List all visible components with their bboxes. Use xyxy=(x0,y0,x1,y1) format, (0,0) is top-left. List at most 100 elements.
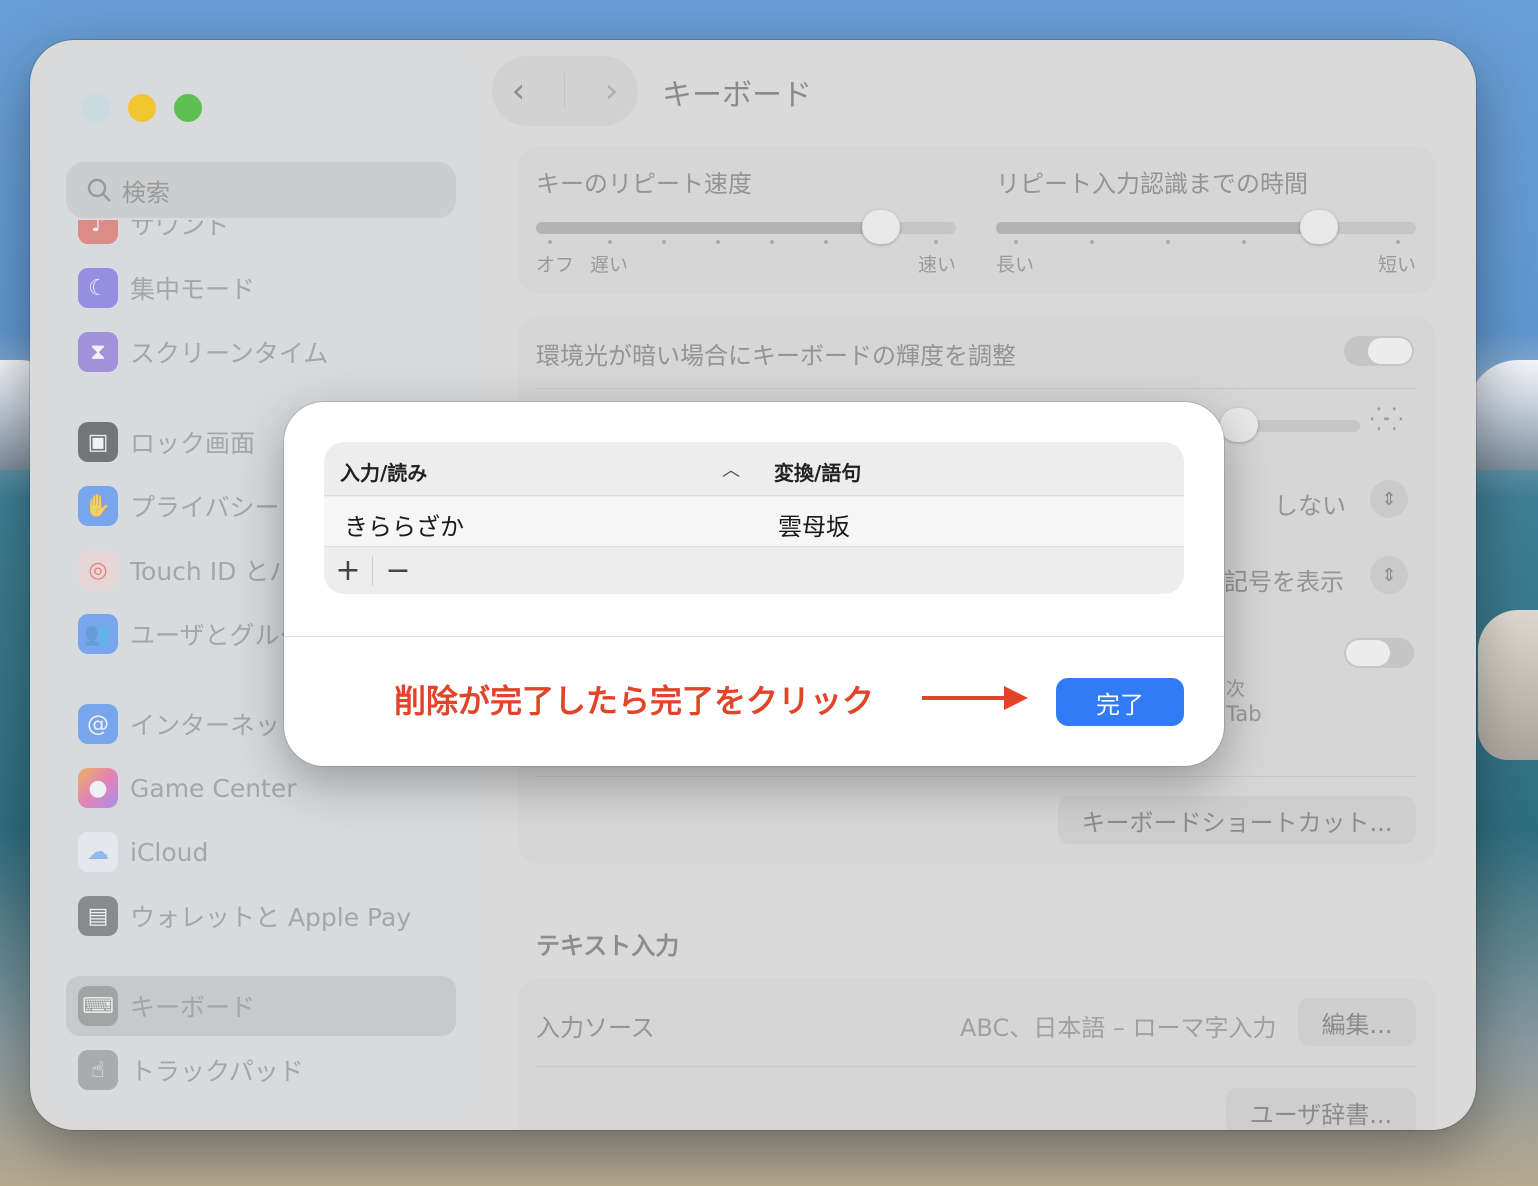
sidebar-item-label: キーボード xyxy=(130,993,256,1022)
chevron-updown-icon[interactable]: ⇕ xyxy=(1370,480,1408,518)
sidebar-item-game-center[interactable]: ● Game Center xyxy=(66,758,456,818)
row-phrase-cell[interactable]: 雲母坂 xyxy=(778,507,850,542)
divider xyxy=(536,388,1416,389)
key-repeat-fill xyxy=(536,222,880,234)
key-repeat-label: キーのリピート速度 xyxy=(536,170,752,198)
sidebar-item-screen-time[interactable]: ⧗ スクリーンタイム xyxy=(66,322,456,382)
key-repeat-slow-label: 遅い xyxy=(590,254,629,276)
add-entry-button[interactable]: + xyxy=(326,550,370,590)
sidebar-item-label: Touch ID とパ xyxy=(130,557,295,586)
tab-label: Tab xyxy=(1226,702,1262,726)
instruction-annotation: 削除が完了したら完了をクリック xyxy=(394,682,875,720)
dialog-divider xyxy=(284,636,1224,637)
edit-input-source-button[interactable]: 編集... xyxy=(1298,998,1416,1046)
option-toggle[interactable] xyxy=(1344,638,1414,668)
nav-buttons: ‹ › xyxy=(492,56,638,126)
brightness-high-icon: ⁛⁛ xyxy=(1370,408,1403,433)
kigou-value: 記号を表示 xyxy=(1224,568,1344,596)
slider-tick xyxy=(1242,240,1246,244)
button-separator xyxy=(372,556,373,586)
sidebar-item-label: Game Center xyxy=(130,773,297,803)
nav-separator xyxy=(564,73,566,109)
delay-long-label: 長い xyxy=(996,254,1035,276)
sort-ascending-icon[interactable]: ︿ xyxy=(722,456,740,482)
page-title: キーボード xyxy=(662,78,812,113)
user-dictionary-button[interactable]: ユーザ辞書... xyxy=(1226,1088,1416,1130)
background-mountain-right xyxy=(1468,360,1538,470)
back-chevron-icon[interactable]: ‹ xyxy=(512,71,526,111)
sidebar-item-focus[interactable]: ☾ 集中モード xyxy=(66,258,456,318)
delay-fill xyxy=(996,222,1320,234)
sidebar-item-wallet[interactable]: ▤ ウォレットと Apple Pay xyxy=(66,886,456,946)
dictionary-table: 入力/読み ︿ 変換/語句 きららざか 雲母坂 + − xyxy=(324,442,1184,594)
trackpad-icon: ☝ xyxy=(78,1050,118,1090)
keyboard-shortcuts-button[interactable]: キーボードショートカット... xyxy=(1058,796,1416,844)
slider-tick xyxy=(1090,240,1094,244)
sidebar-item-keyboard[interactable]: ⌨ キーボード xyxy=(66,976,456,1036)
slider-tick xyxy=(662,240,666,244)
keyboard-icon: ⌨ xyxy=(78,986,118,1026)
search-placeholder: 検索 xyxy=(122,178,170,207)
key-repeat-off-label: オフ xyxy=(536,254,575,276)
zoom-window-button[interactable] xyxy=(174,94,202,122)
close-window-button[interactable] xyxy=(82,94,110,122)
minimize-window-button[interactable] xyxy=(128,94,156,122)
backlight-label: 環境光が暗い場合にキーボードの輝度を調整 xyxy=(536,342,1016,370)
arrow-right-icon xyxy=(922,686,1028,710)
sidebar-item-label: ウォレットと Apple Pay xyxy=(130,903,412,932)
sidebar-item-label: インターネット xyxy=(130,711,306,740)
sidebar-item-label: ユーザとグルー xyxy=(130,621,305,650)
done-button[interactable]: 完了 xyxy=(1056,678,1184,726)
sidebar-item-label: プライバシーと xyxy=(130,493,305,522)
slider-tick xyxy=(824,240,828,244)
delay-label: リピート入力認識までの時間 xyxy=(996,170,1308,198)
fingerprint-icon: ◎ xyxy=(78,550,118,590)
delay-knob[interactable] xyxy=(1300,210,1338,244)
slider-tick xyxy=(770,240,774,244)
column-header-phrase[interactable]: 変換/語句 xyxy=(774,457,861,486)
search-icon xyxy=(87,178,111,202)
lock-icon: ▣ xyxy=(78,422,118,462)
brightness-slider[interactable] xyxy=(1220,408,1360,442)
divider xyxy=(536,776,1416,777)
delay-slider[interactable] xyxy=(996,210,1416,244)
next-label: 次 xyxy=(1226,678,1246,700)
wallet-icon: ▤ xyxy=(78,896,118,936)
sidebar-search-field[interactable]: 検索 xyxy=(66,162,456,218)
sidebar-item-icloud[interactable]: ☁ iCloud xyxy=(66,822,456,882)
slider-tick xyxy=(716,240,720,244)
sidebar-item-trackpad[interactable]: ☝ トラックパッド xyxy=(66,1040,456,1100)
key-repeat-knob[interactable] xyxy=(862,210,900,244)
game-center-icon: ● xyxy=(78,768,118,808)
key-repeat-slider[interactable] xyxy=(536,210,956,244)
backlight-toggle[interactable] xyxy=(1344,336,1414,366)
slider-tick xyxy=(1396,240,1400,244)
hourglass-icon: ⧗ xyxy=(78,332,118,372)
divider xyxy=(536,1066,1416,1067)
sidebar-item-label: iCloud xyxy=(130,837,209,867)
column-header-input[interactable]: 入力/読み xyxy=(340,457,427,486)
sidebar-item-label: 集中モード xyxy=(130,275,256,304)
table-header: 入力/読み ︿ 変換/語句 xyxy=(324,442,1184,496)
table-row[interactable]: きららざか 雲母坂 xyxy=(324,497,1184,547)
slider-tick xyxy=(1166,240,1170,244)
slider-tick xyxy=(1014,240,1018,244)
user-dictionary-dialog: 入力/読み ︿ 変換/語句 きららざか 雲母坂 + − 削除が完了したら完了をク… xyxy=(284,402,1224,766)
shinai-value: しない xyxy=(1274,492,1346,520)
cloud-icon: ☁ xyxy=(78,832,118,872)
row-input-cell[interactable]: きららざか xyxy=(344,507,464,542)
background-rock xyxy=(1478,610,1538,760)
sidebar-item-label: ロック画面 xyxy=(130,429,256,458)
remove-entry-button[interactable]: − xyxy=(376,550,420,590)
text-input-header: テキスト入力 xyxy=(536,932,680,960)
slider-tick xyxy=(608,240,612,244)
delay-short-label: 短い xyxy=(1378,254,1417,276)
brightness-knob[interactable] xyxy=(1220,408,1258,442)
sidebar-item-label: スクリーンタイム xyxy=(130,339,329,368)
slider-tick xyxy=(548,240,552,244)
input-source-label: 入力ソース xyxy=(536,1014,655,1042)
input-source-value: ABC、日本語 – ローマ字入力 xyxy=(960,1014,1277,1042)
forward-chevron-icon[interactable]: › xyxy=(605,71,619,111)
chevron-updown-icon[interactable]: ⇕ xyxy=(1370,556,1408,594)
users-icon: 👥 xyxy=(78,614,118,654)
